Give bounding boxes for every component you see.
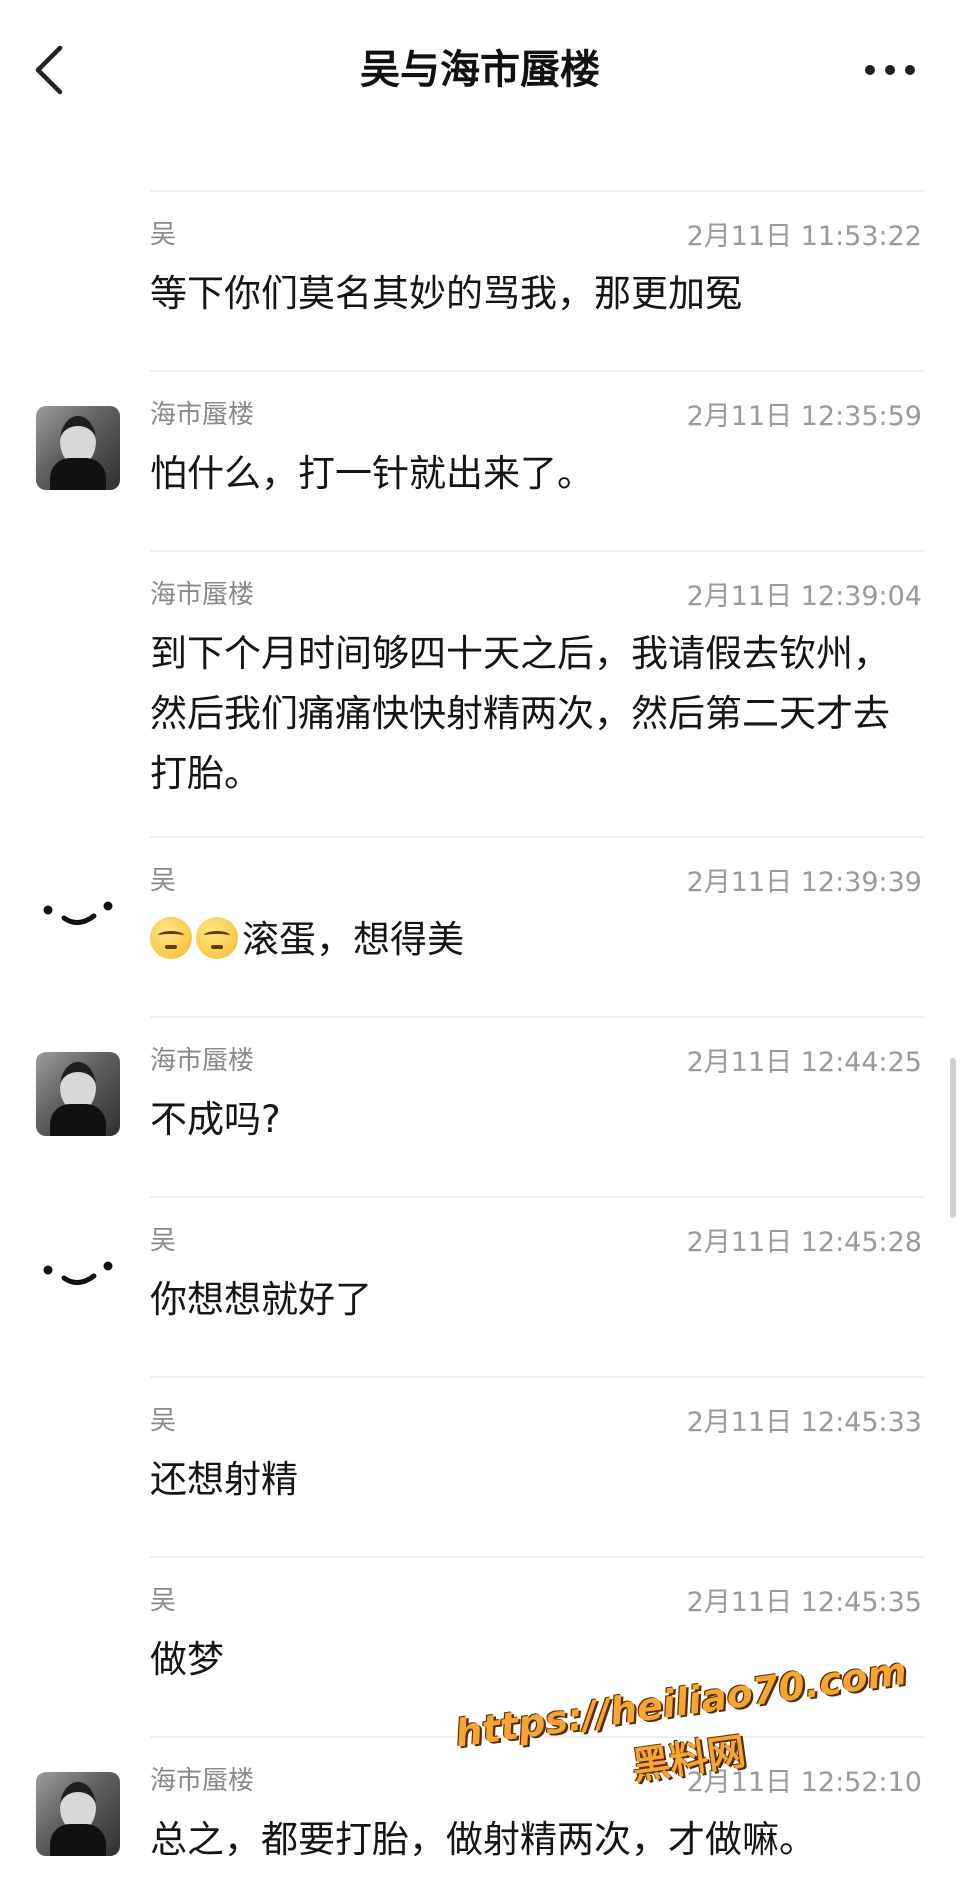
- message-text: 不成吗?: [150, 1098, 281, 1141]
- message-text: 怕什么，打一针就出来了。: [150, 452, 594, 495]
- divider: [150, 190, 924, 192]
- message-text-content: 滚蛋，想得美: [242, 918, 464, 961]
- message-time: 2月11日 12:35:59: [686, 401, 922, 432]
- message-text: 你想想就好了: [150, 1278, 372, 1321]
- sender-name: 吴: [150, 220, 177, 250]
- smiley-face-avatar[interactable]: [36, 866, 120, 950]
- avatar[interactable]: [36, 1772, 120, 1856]
- more-horizontal-icon[interactable]: [860, 58, 920, 82]
- avatar[interactable]: [36, 1052, 120, 1136]
- message-time: 2月11日 12:45:33: [686, 1407, 922, 1438]
- divider: [150, 1196, 924, 1198]
- scrollbar[interactable]: [950, 1058, 956, 1218]
- message-time: 2月11日 12:45:35: [686, 1587, 922, 1618]
- smiley-face-avatar[interactable]: [36, 1226, 120, 1310]
- message-time: 2月11日 12:44:25: [686, 1047, 922, 1078]
- divider: [150, 370, 924, 372]
- message-time: 2月11日 12:45:28: [686, 1227, 922, 1258]
- sender-name: 海市蜃楼: [150, 580, 255, 610]
- divider: [150, 1016, 924, 1018]
- top-bar: 吴与海市蜃楼: [0, 0, 960, 140]
- divider: [150, 836, 924, 838]
- chat-title: 吴与海市蜃楼: [360, 47, 600, 93]
- sender-name: 吴: [150, 1406, 177, 1436]
- divider: [150, 1556, 924, 1558]
- message-text: 总之，都要打胎，做射精两次，才做嘛。: [150, 1818, 816, 1861]
- sender-name: 吴: [150, 1226, 177, 1256]
- message-text: 等下你们莫名其妙的骂我，那更加冤: [150, 272, 742, 315]
- divider: [150, 1376, 924, 1378]
- sender-name: 海市蜃楼: [150, 1046, 255, 1076]
- message-list[interactable]: 怕 吴 2月11日 11:53:22 等下你们莫名其妙的骂我，那更加冤 海市蜃楼…: [0, 100, 960, 1893]
- message-time: 2月11日 12:39:39: [686, 867, 922, 898]
- message-time: 2月11日 11:53:22: [686, 221, 922, 252]
- sender-name: 海市蜃楼: [150, 400, 255, 430]
- divider: [150, 550, 924, 552]
- message-text: 到下个月时间够四十天之后，我请假去钦州，然后我们痛痛快快射精两次，然后第二天才去…: [150, 632, 890, 795]
- emoji-icon: [150, 917, 192, 959]
- sender-name: 海市蜃楼: [150, 1766, 255, 1796]
- message-text: 还想射精: [150, 1458, 298, 1501]
- avatar[interactable]: [36, 406, 120, 490]
- message-time: 2月11日 12:39:04: [686, 581, 922, 612]
- message-text: 滚蛋，想得美: [150, 910, 920, 970]
- sender-name: 吴: [150, 866, 177, 896]
- sender-name: 吴: [150, 1586, 177, 1616]
- emoji-icon: [196, 917, 238, 959]
